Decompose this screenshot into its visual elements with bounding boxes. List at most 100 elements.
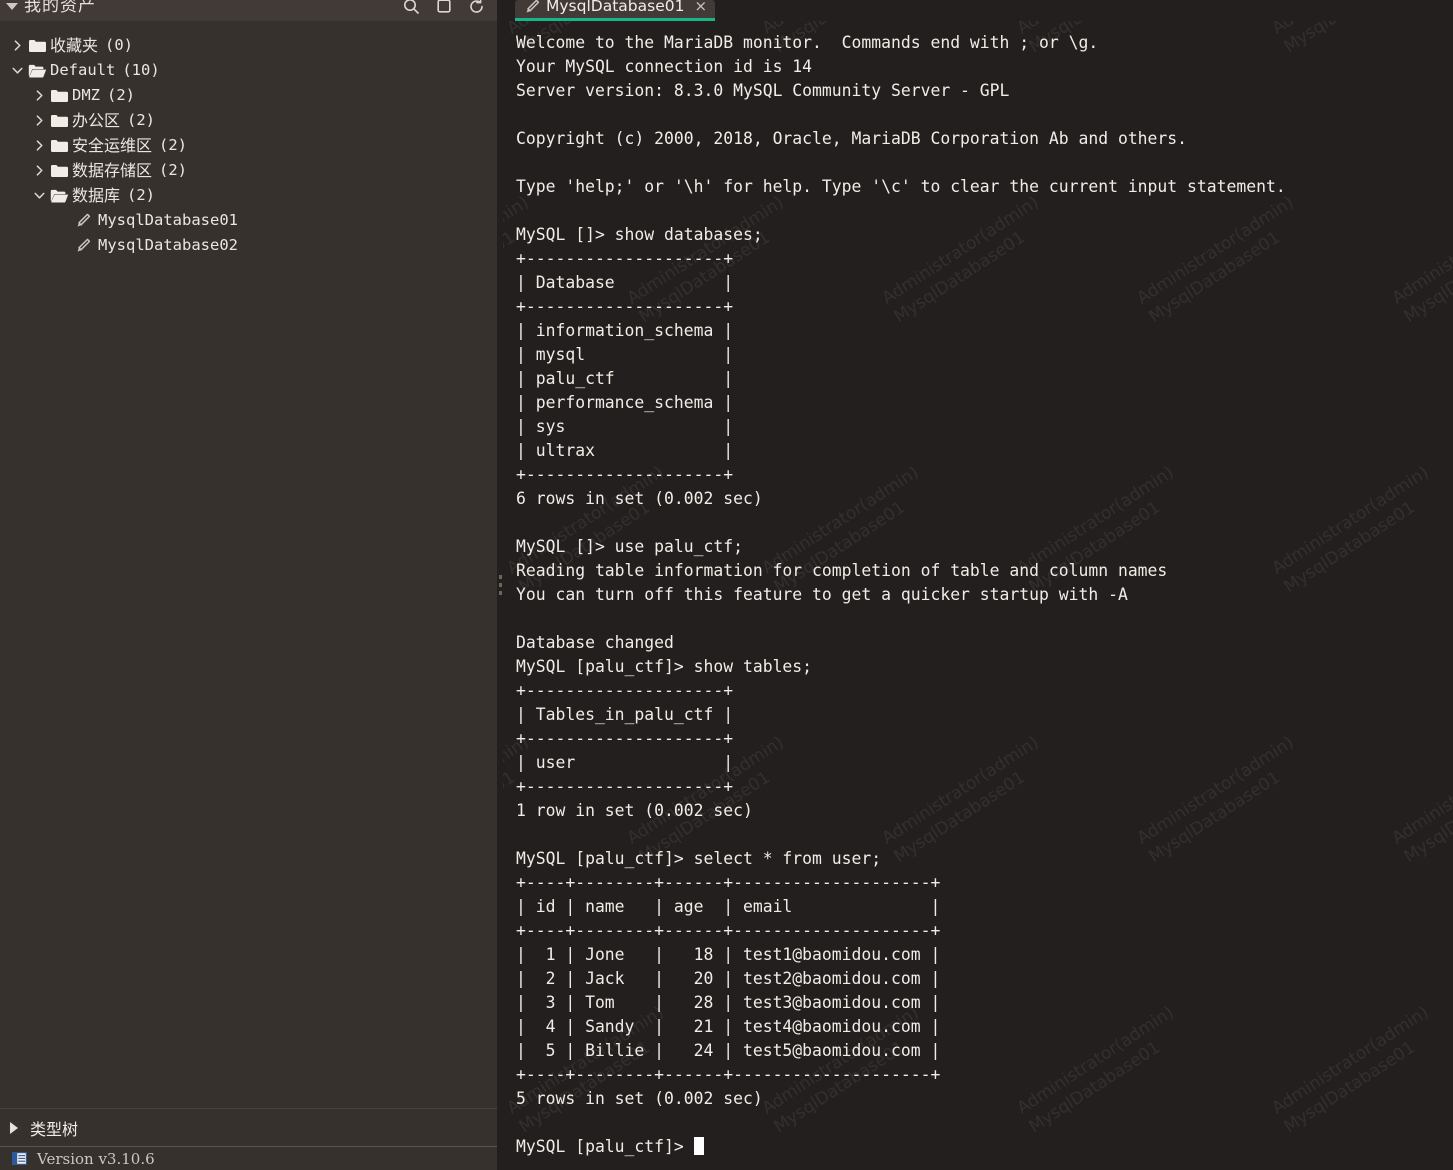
terminal-line: Server version: 8.3.0 MySQL Community Se… — [516, 81, 1010, 100]
tree-item-count: (10) — [122, 61, 160, 79]
terminal-line: MySQL []> show databases; — [516, 225, 763, 244]
app-logo-icon — [12, 1152, 27, 1165]
folder-closed-icon — [28, 38, 50, 53]
terminal-line: +----+--------+------+------------------… — [516, 1065, 941, 1084]
terminal-line: 6 rows in set (0.002 sec) — [516, 489, 763, 508]
tree-item-count: (2) — [159, 136, 188, 154]
terminal-line: | id | name | age | email | — [516, 897, 941, 916]
terminal-line: 5 rows in set (0.002 sec) — [516, 1089, 763, 1108]
terminal-line: | Database | — [516, 273, 734, 292]
terminal-line: | information_schema | — [516, 321, 734, 340]
terminal-line: | Tables_in_palu_ctf | — [516, 705, 734, 724]
terminal-line: MySQL []> use palu_ctf; — [516, 537, 743, 556]
terminal-line: MySQL [palu_ctf]> select * from user; — [516, 849, 882, 868]
sidebar-header: 我的资产 — [0, 0, 497, 21]
terminal-line: | mysql | — [516, 345, 734, 364]
terminal-line: | performance_schema | — [516, 393, 734, 412]
terminal-line: | sys | — [516, 417, 734, 436]
version-label: Version v3.10.6 — [37, 1149, 155, 1168]
terminal-line: +--------------------+ — [516, 729, 734, 748]
tree-item-count: (0) — [105, 36, 134, 54]
terminal-line: Database changed — [516, 633, 674, 652]
terminal-line: Your MySQL connection id is 14 — [516, 57, 813, 76]
folder-open-icon — [28, 63, 50, 78]
terminal-line: | 1 | Jone | 18 | test1@baomidou.com | — [516, 945, 941, 964]
terminal-prompt-line: MySQL [palu_ctf]> — [516, 1135, 1453, 1159]
type-tree-label: 类型树 — [30, 1119, 79, 1139]
tree-item-数据库[interactable]: 数据库 (2) — [0, 183, 497, 208]
tree-item-label: 安全运维区 — [72, 136, 153, 155]
tab-MysqlDatabase01[interactable]: MysqlDatabase01 × — [515, 0, 716, 21]
terminal-line: | ultrax | — [516, 441, 734, 460]
terminal-line: Type 'help;' or '\h' for help. Type '\c'… — [516, 177, 1286, 196]
asset-tree: 收藏夹 (0) Default (10) DMZ (2) 办公区 (2) 安全运维区 (2) 数据存… — [0, 21, 497, 1108]
tree-item-label: MysqlDatabase01 — [98, 211, 238, 229]
terminal-cursor — [693, 1137, 704, 1155]
tree-item-label: DMZ — [72, 86, 100, 104]
tree-item-label: 数据库 — [72, 186, 121, 205]
chevron-right-icon[interactable] — [28, 115, 50, 126]
chevron-down-icon[interactable] — [28, 190, 50, 201]
search-icon[interactable] — [403, 0, 420, 15]
tree-item-count: (2) — [159, 161, 188, 179]
terminal-asset-icon — [76, 238, 98, 253]
sidebar-header-actions — [403, 0, 485, 15]
tree-item-label: 收藏夹 — [50, 36, 99, 55]
terminal-line: Reading table information for completion… — [516, 561, 1168, 580]
tree-item-MysqlDatabase02[interactable]: MysqlDatabase02 — [0, 233, 497, 258]
splitter-handle-icon — [498, 575, 502, 595]
chevron-down-icon[interactable] — [6, 3, 18, 10]
chevron-right-icon[interactable] — [6, 40, 28, 51]
tree-item-收藏夹[interactable]: 收藏夹 (0) — [0, 33, 497, 58]
terminal-line: | 5 | Billie | 24 | test5@baomidou.com | — [516, 1041, 941, 1060]
new-window-icon[interactable] — [436, 0, 452, 14]
folder-closed-icon — [50, 138, 72, 153]
tree-item-label: 办公区 — [72, 111, 121, 130]
terminal-line: Copyright (c) 2000, 2018, Oracle, MariaD… — [516, 129, 1188, 148]
terminal-line: +--------------------+ — [516, 249, 734, 268]
sidebar-footer: 类型树 Version v3.10.6 — [0, 1108, 497, 1170]
tree-item-label: MysqlDatabase02 — [98, 236, 238, 254]
terminal-line: +--------------------+ — [516, 777, 734, 796]
terminal-asset-icon — [525, 0, 540, 14]
tree-item-数据存储区[interactable]: 数据存储区 (2) — [0, 158, 497, 183]
terminal-line: +--------------------+ — [516, 681, 734, 700]
terminal-line: Welcome to the MariaDB monitor. Commands… — [516, 33, 1099, 52]
terminal-line: You can turn off this feature to get a q… — [516, 585, 1128, 604]
chevron-right-icon[interactable] — [28, 140, 50, 151]
tree-item-count: (2) — [107, 86, 135, 104]
tree-item-MysqlDatabase01[interactable]: MysqlDatabase01 — [0, 208, 497, 233]
tree-item-安全运维区[interactable]: 安全运维区 (2) — [0, 133, 497, 158]
terminal-line: 1 row in set (0.002 sec) — [516, 801, 753, 820]
tree-item-count: (2) — [127, 111, 156, 129]
terminal-prompt: MySQL [palu_ctf]> — [516, 1137, 694, 1156]
terminal-panel: MysqlDatabase01 × Administrator(admin) Mys… — [503, 0, 1453, 1170]
tree-item-DMZ[interactable]: DMZ (2) — [0, 83, 497, 108]
type-tree-toggle[interactable]: 类型树 — [0, 1108, 497, 1146]
terminal-output-area[interactable]: Administrator(admin) MysqlDatabase01 Admin… — [503, 21, 1453, 1170]
terminal-line: | palu_ctf | — [516, 369, 734, 388]
terminal-line: | 2 | Jack | 20 | test2@baomidou.com | — [516, 969, 941, 988]
tree-item-label: Default — [50, 61, 116, 79]
tab-close-icon[interactable]: × — [694, 0, 707, 15]
chevron-right-icon[interactable] — [28, 165, 50, 176]
terminal-line: +--------------------+ — [516, 465, 734, 484]
app-window: 我的资产 收藏夹 (0) Default (10) DMZ (2) 办公区 (2) 安全运维区 (… — [0, 0, 1453, 1170]
chevron-down-icon[interactable] — [6, 65, 28, 76]
terminal-line: | 4 | Sandy | 21 | test4@baomidou.com | — [516, 1017, 941, 1036]
tree-item-label: 数据存储区 — [72, 161, 153, 180]
sidebar-title: 我的资产 — [24, 0, 96, 16]
terminal-line: | user | — [516, 753, 734, 772]
chevron-right-icon[interactable] — [28, 90, 50, 101]
refresh-icon[interactable] — [468, 0, 485, 15]
tree-item-办公区[interactable]: 办公区 (2) — [0, 108, 497, 133]
tree-item-Default[interactable]: Default (10) — [0, 58, 497, 83]
tab-bar: MysqlDatabase01 × — [503, 0, 1453, 21]
